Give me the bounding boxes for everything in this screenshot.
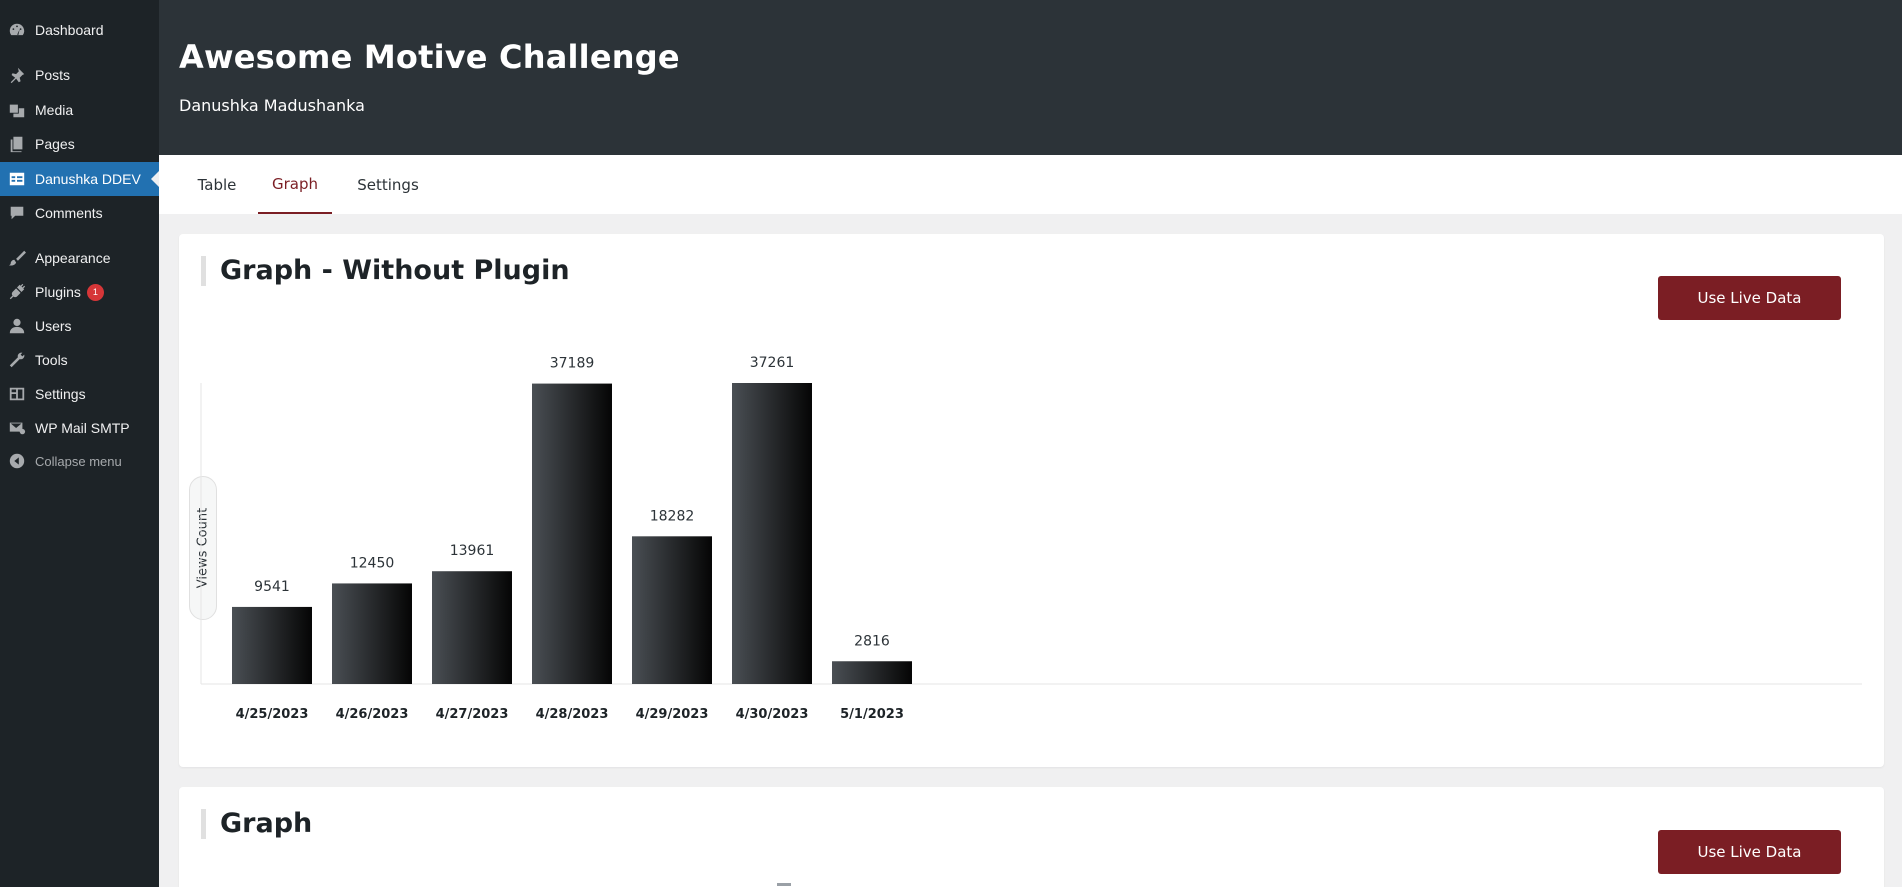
graph-card-without-plugin: Graph - Without Plugin Use Live Data Vie… xyxy=(179,234,1884,767)
x-tick-label: 4/30/2023 xyxy=(736,707,809,722)
tab-settings[interactable]: Settings xyxy=(342,155,434,214)
collapse-menu-button[interactable]: Collapse menu xyxy=(0,444,159,478)
sidebar-item-danushka-ddev[interactable]: Danushka DDEV xyxy=(0,162,159,196)
comment-icon xyxy=(7,203,27,223)
sidebar-item-posts[interactable]: Posts xyxy=(0,58,159,92)
page-header: Awesome Motive Challenge Danushka Madush… xyxy=(159,0,1902,155)
bar xyxy=(432,571,512,684)
x-tick-label: 4/26/2023 xyxy=(336,707,409,722)
x-tick-label: 5/1/2023 xyxy=(840,707,904,722)
bar-value-label: 37261 xyxy=(750,355,795,371)
bar-value-label: 9541 xyxy=(254,579,290,595)
bar-value-label: 13961 xyxy=(450,543,495,559)
bar xyxy=(632,536,712,684)
pin-icon xyxy=(7,65,27,85)
tab-bar: Table Graph Settings xyxy=(159,155,1902,214)
sidebar-item-tools[interactable]: Tools xyxy=(0,343,159,377)
sidebar-item-label: Dashboard xyxy=(35,22,104,38)
mail-icon xyxy=(7,418,27,438)
x-tick-label: 4/29/2023 xyxy=(636,707,709,722)
bar xyxy=(532,383,612,684)
sidebar-item-label: Media xyxy=(35,102,74,118)
sidebar-item-label: Pages xyxy=(35,136,75,152)
page-subtitle: Danushka Madushanka xyxy=(179,96,365,115)
collapse-icon xyxy=(7,451,27,471)
card-title: Graph xyxy=(201,809,312,839)
sidebar-item-label: Plugins xyxy=(35,284,81,300)
bar-chart: 9541 4/25/2023 12450 4/26/2023 13961 4/27/202… xyxy=(200,355,1862,722)
sidebar-item-label: Users xyxy=(35,318,72,334)
plugin-icon xyxy=(7,282,27,302)
pages-icon xyxy=(7,134,27,154)
sidebar-item-label: WP Mail SMTP xyxy=(35,420,130,436)
sidebar-item-pages[interactable]: Pages xyxy=(0,127,159,161)
sidebar-item-dashboard[interactable]: Dashboard xyxy=(0,13,159,47)
sidebar-item-label: Appearance xyxy=(35,250,111,266)
plugins-update-badge: 1 xyxy=(86,283,104,301)
user-icon xyxy=(7,316,27,336)
x-tick-label: 4/27/2023 xyxy=(436,707,509,722)
sidebar-item-label: Comments xyxy=(35,205,103,221)
sidebar-item-appearance[interactable]: Appearance xyxy=(0,241,159,275)
bar xyxy=(232,606,312,684)
bar-value-label: 18282 xyxy=(650,508,695,524)
wrench-icon xyxy=(7,350,27,370)
x-tick-label: 4/28/2023 xyxy=(536,707,609,722)
use-live-data-button[interactable]: Use Live Data xyxy=(1658,830,1841,874)
sidebar-item-plugins[interactable]: Plugins 1 xyxy=(0,275,159,309)
sidebar-item-label: Collapse menu xyxy=(35,453,122,469)
table-icon xyxy=(7,169,27,189)
sidebar-item-label: Settings xyxy=(35,386,86,402)
admin-sidebar: Dashboard Posts Media Pages Danushka DDE… xyxy=(0,0,159,887)
sidebar-item-settings[interactable]: Settings xyxy=(0,377,159,411)
bar xyxy=(332,583,412,684)
bar xyxy=(832,661,912,684)
bar-value-label: 37189 xyxy=(550,356,595,372)
tab-table[interactable]: Table xyxy=(179,155,255,214)
page-title: Awesome Motive Challenge xyxy=(179,38,680,76)
bar-value-label: 12450 xyxy=(350,555,395,571)
sidebar-item-users[interactable]: Users xyxy=(0,309,159,343)
bar-value-label: 2816 xyxy=(854,633,890,649)
graph-card: Graph Use Live Data xyxy=(179,787,1884,887)
x-tick-label: 4/25/2023 xyxy=(236,707,309,722)
sidebar-item-label: Tools xyxy=(35,352,68,368)
brush-icon xyxy=(7,248,27,268)
dashboard-icon xyxy=(7,20,27,40)
bar xyxy=(732,383,812,684)
sidebar-item-label: Danushka DDEV xyxy=(35,171,141,187)
chart-fragment xyxy=(777,883,791,886)
sidebar-item-label: Posts xyxy=(35,67,71,83)
sidebar-item-media[interactable]: Media xyxy=(0,93,159,127)
sidebar-item-wp-mail-smtp[interactable]: WP Mail SMTP xyxy=(0,411,159,445)
sidebar-item-comments[interactable]: Comments xyxy=(0,196,159,230)
settings-icon xyxy=(7,384,27,404)
tab-graph[interactable]: Graph xyxy=(258,155,332,214)
media-icon xyxy=(7,100,27,120)
